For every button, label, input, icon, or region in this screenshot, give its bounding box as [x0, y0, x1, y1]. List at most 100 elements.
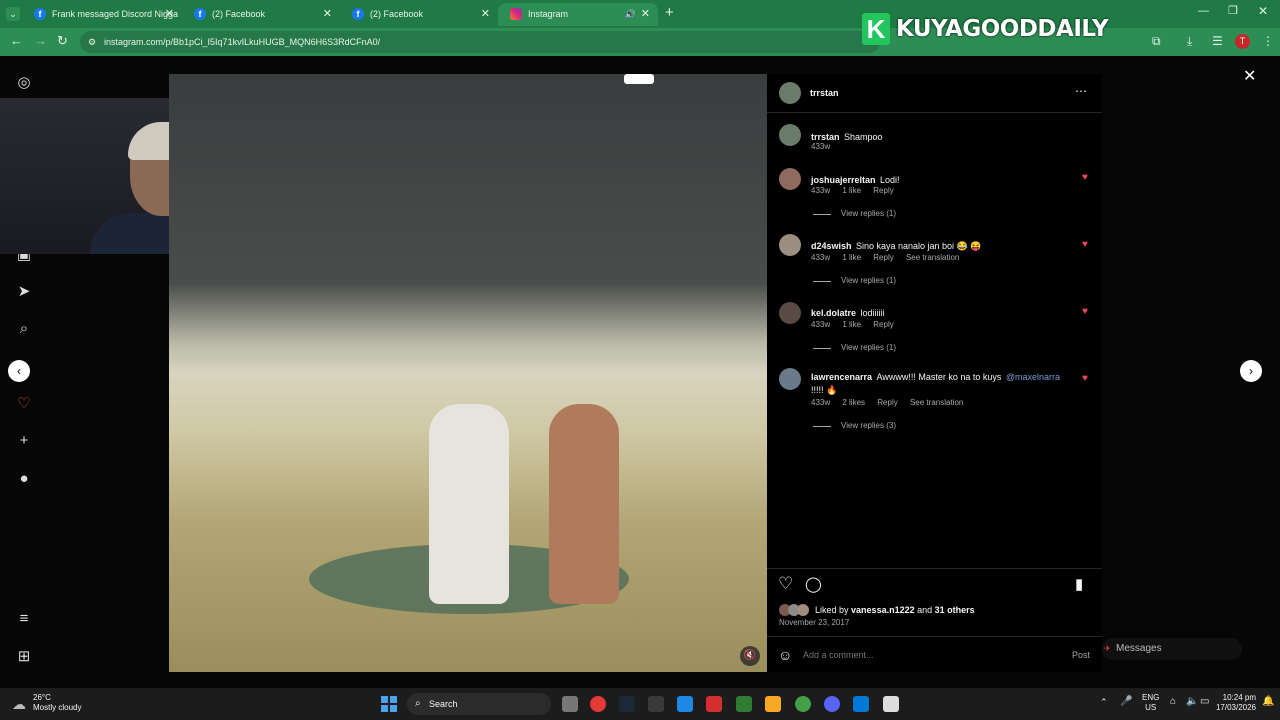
- comment-likes[interactable]: 1 like: [842, 253, 861, 262]
- author-avatar[interactable]: [779, 82, 801, 104]
- view-replies-button[interactable]: View replies (1): [813, 343, 896, 352]
- instagram-logo-icon[interactable]: ◎: [15, 74, 33, 92]
- discord-icon[interactable]: [824, 696, 840, 712]
- close-post-icon[interactable]: ✕: [1243, 66, 1256, 86]
- mic-icon[interactable]: 🎤: [1120, 696, 1132, 707]
- also-from-meta-icon[interactable]: ⊞: [15, 648, 33, 666]
- site-info-icon[interactable]: ⚙: [88, 31, 96, 53]
- menu-icon[interactable]: ⋮: [1262, 34, 1274, 48]
- comment-user[interactable]: kel.dolatre: [811, 308, 856, 318]
- reply-button[interactable]: Reply: [877, 398, 897, 407]
- reload-button[interactable]: ↻: [57, 33, 68, 49]
- comment-like-heart-icon[interactable]: ♥: [1082, 172, 1088, 183]
- comment-like-heart-icon[interactable]: ♥: [1082, 306, 1088, 317]
- download-icon[interactable]: ⤓: [1187, 34, 1192, 49]
- heart-icon[interactable]: ♡: [15, 395, 33, 413]
- windows-start-icon[interactable]: [381, 696, 397, 712]
- send-icon[interactable]: ➤: [15, 283, 33, 301]
- more-menu-icon[interactable]: ≡: [15, 610, 33, 628]
- sidepanel-icon[interactable]: ☰: [1212, 34, 1223, 48]
- close-tab-icon[interactable]: ✕: [323, 3, 332, 26]
- tray-chevron-icon[interactable]: ⌃: [1100, 697, 1108, 708]
- capcut-icon[interactable]: [736, 696, 752, 712]
- create-icon[interactable]: +: [15, 432, 33, 450]
- mute-toggle-icon[interactable]: 🔇: [740, 646, 760, 666]
- app-icon[interactable]: [648, 696, 664, 712]
- see-translation-button[interactable]: See translation: [906, 253, 959, 262]
- language-indicator[interactable]: ENG US: [1142, 693, 1159, 713]
- comment-avatar[interactable]: [779, 302, 801, 324]
- post-comment-button[interactable]: Post: [1072, 650, 1090, 660]
- liked-others[interactable]: 31 others: [935, 605, 975, 615]
- save-bookmark-icon[interactable]: ▮: [1075, 575, 1083, 593]
- comment-mention[interactable]: @maxelnarra: [1006, 372, 1060, 382]
- comment-user[interactable]: d24swish: [811, 241, 852, 251]
- search-icon[interactable]: ⌕: [15, 320, 33, 338]
- comment-likes[interactable]: 1 like: [842, 186, 861, 195]
- liked-user[interactable]: vanessa.n1222: [851, 605, 915, 615]
- tab-search-icon[interactable]: ⌄: [6, 7, 20, 21]
- new-tab-button[interactable]: +: [665, 4, 674, 21]
- task-view-icon[interactable]: [562, 696, 578, 712]
- comment-input[interactable]: [803, 648, 1053, 662]
- steam-icon[interactable]: [619, 696, 635, 712]
- taskbar-search[interactable]: ⌕ Search: [407, 693, 551, 715]
- reply-button[interactable]: Reply: [873, 186, 893, 195]
- see-translation-button[interactable]: See translation: [910, 398, 963, 407]
- post-video[interactable]: [169, 74, 767, 672]
- close-tab-icon[interactable]: ✕: [641, 3, 650, 26]
- view-replies-button[interactable]: View replies (1): [813, 276, 896, 285]
- comment-avatar[interactable]: [779, 234, 801, 256]
- close-tab-icon[interactable]: ✕: [165, 3, 174, 26]
- view-replies-button[interactable]: View replies (1): [813, 209, 896, 218]
- tab-instagram[interactable]: Instagram 🔊 ✕: [498, 3, 658, 26]
- comment-bubble-icon[interactable]: ◯: [805, 575, 822, 593]
- comment-like-heart-icon[interactable]: ♥: [1082, 373, 1088, 384]
- extensions-icon[interactable]: ⧉: [1152, 34, 1161, 49]
- emoji-icon[interactable]: ☺: [778, 647, 792, 663]
- clock[interactable]: 10:24 pm 17/03/2026: [1214, 693, 1256, 713]
- comment-avatar[interactable]: [779, 368, 801, 390]
- chrome-icon[interactable]: [590, 696, 606, 712]
- caption-avatar[interactable]: [779, 124, 801, 146]
- next-post-button[interactable]: ›: [1240, 360, 1262, 382]
- battery-icon[interactable]: ▭: [1200, 696, 1209, 707]
- volume-icon[interactable]: 🔈: [1186, 696, 1198, 707]
- profile-icon[interactable]: ●: [15, 470, 33, 488]
- comment-user[interactable]: lawrencenarra: [811, 372, 872, 382]
- comment-user[interactable]: joshuajerreltan: [811, 175, 876, 185]
- tab-facebook-2[interactable]: f (2) Facebook ✕: [340, 3, 498, 26]
- file-explorer-icon[interactable]: [765, 696, 781, 712]
- restore-button[interactable]: ❐: [1228, 4, 1238, 17]
- reply-button[interactable]: Reply: [873, 320, 893, 329]
- tab-discord[interactable]: f Frank messaged Discord Nigga ✕: [22, 3, 182, 26]
- profile-avatar[interactable]: T: [1235, 34, 1250, 49]
- obs-icon[interactable]: [883, 696, 899, 712]
- previous-post-button[interactable]: ‹: [8, 360, 30, 382]
- back-button[interactable]: ←: [10, 33, 23, 48]
- forward-button[interactable]: →: [34, 33, 47, 48]
- like-heart-icon[interactable]: ♡: [778, 574, 793, 594]
- post-author[interactable]: trrstan: [810, 88, 839, 98]
- notification-icon[interactable]: 🔔: [1262, 696, 1274, 707]
- minimize-button[interactable]: —: [1198, 5, 1209, 17]
- close-tab-icon[interactable]: ✕: [481, 3, 490, 26]
- network-icon[interactable]: ⌂: [1170, 696, 1176, 707]
- view-replies-button[interactable]: View replies (3): [813, 421, 896, 430]
- comment-like-heart-icon[interactable]: ♥: [1082, 239, 1088, 250]
- weather-widget[interactable]: 26°C Mostly cloudy: [33, 693, 81, 713]
- close-window-button[interactable]: ✕: [1258, 4, 1268, 18]
- comment-avatar[interactable]: [779, 168, 801, 190]
- more-options-icon[interactable]: ⋯: [1075, 84, 1087, 98]
- reply-button[interactable]: Reply: [873, 253, 893, 262]
- speaker-icon[interactable]: 🔊: [625, 3, 636, 26]
- messages-pill[interactable]: ✈ Messages: [1102, 638, 1242, 660]
- tab-facebook-1[interactable]: f (2) Facebook ✕: [182, 3, 340, 26]
- calendar-icon[interactable]: [677, 696, 693, 712]
- adobe-icon[interactable]: [706, 696, 722, 712]
- comment-likes[interactable]: 2 likes: [842, 398, 865, 407]
- comment-likes[interactable]: 1 like: [842, 320, 861, 329]
- app-icon[interactable]: [853, 696, 869, 712]
- address-bar[interactable]: ⚙ instagram.com/p/Bb1pCi_I5Iq71kvILkuHUG…: [80, 31, 880, 53]
- chrome-active-icon[interactable]: [795, 696, 811, 712]
